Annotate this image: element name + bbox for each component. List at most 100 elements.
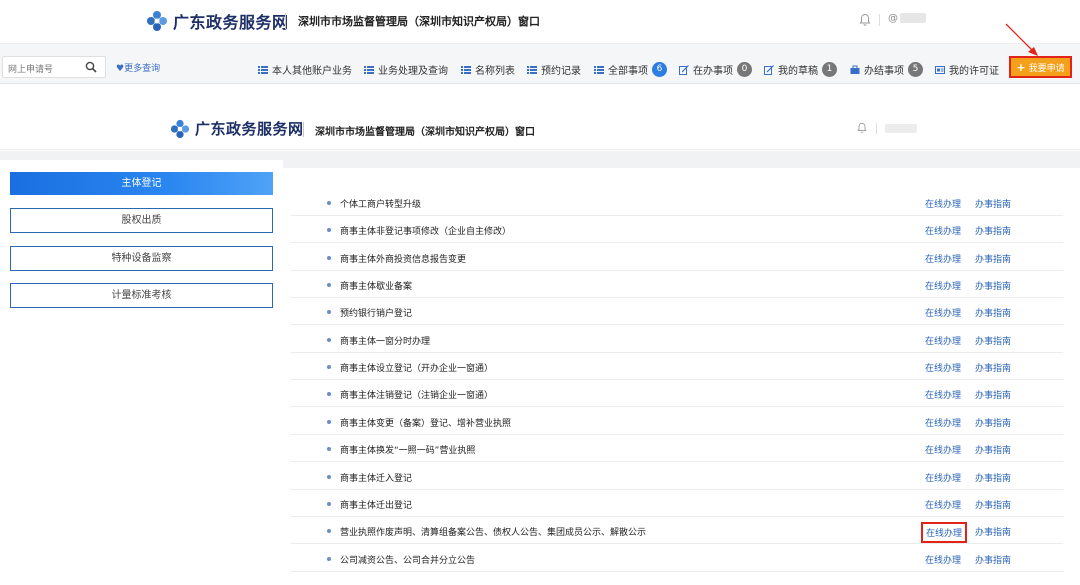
service-guide-link[interactable]: 办事指南: [975, 306, 1011, 319]
service-guide-link[interactable]: 办事指南: [975, 443, 1011, 456]
service-guide-link[interactable]: 办事指南: [975, 224, 1011, 237]
service-guide-link[interactable]: 办事指南: [975, 279, 1011, 292]
edit-icon: [764, 64, 774, 75]
service-title: 商事主体外商投资信息报告变更: [340, 254, 467, 265]
logo-flower-icon: [147, 11, 167, 31]
bullet-icon: [327, 474, 331, 479]
sidebar-item-measurement-standard[interactable]: 计量标准考核: [10, 283, 273, 308]
bullet-icon: [327, 365, 331, 370]
nav-name-list[interactable]: 名称列表: [461, 62, 515, 77]
user-icon: @: [888, 13, 898, 24]
service-guide-link[interactable]: 办事指南: [975, 525, 1011, 538]
divider: [303, 122, 304, 137]
user-account[interactable]: @: [888, 13, 926, 24]
service-title: 公司减资公告、公司合并分立公告: [340, 555, 476, 566]
online-apply-link[interactable]: 在线办理: [925, 416, 961, 429]
service-title: 预约银行销户登记: [340, 309, 413, 320]
service-title: 个体工商户转型升级: [340, 200, 422, 210]
edit-icon: [679, 64, 689, 75]
online-apply-link[interactable]: 在线办理: [925, 334, 961, 347]
nav-my-drafts[interactable]: 我的草稿 1: [764, 62, 837, 77]
sidebar-item-equity-pledge[interactable]: 股权出质: [10, 208, 273, 233]
table-row: 预约银行销户登记 在线办理 办事指南: [291, 298, 1063, 326]
online-apply-link[interactable]: 在线办理: [921, 522, 968, 544]
nav-all-matters[interactable]: 全部事项 6: [594, 62, 667, 77]
nav-label: 我的许可证: [949, 66, 999, 77]
table-row: 商事主体注销登记（注销企业一窗通） 在线办理 办事指南: [291, 380, 1063, 408]
bell-icon[interactable]: [856, 122, 868, 134]
logo-text: 广东政务服务网: [173, 13, 289, 32]
nav-label: 我的草稿: [778, 66, 818, 77]
online-apply-link[interactable]: 在线办理: [925, 471, 961, 484]
nav-label: 在办事项: [693, 66, 733, 77]
logo-flower-icon: [170, 119, 190, 138]
online-apply-link[interactable]: 在线办理: [925, 197, 961, 210]
table-row: 商事主体换发“一照一码”营业执照 在线办理 办事指南: [291, 435, 1063, 463]
online-apply-link[interactable]: 在线办理: [925, 388, 961, 401]
user-name-blurred[interactable]: [885, 124, 917, 133]
service-title: 商事主体变更（备案）登记、增补营业执照: [340, 418, 512, 429]
online-apply-link[interactable]: 在线办理: [925, 553, 961, 566]
service-guide-link[interactable]: 办事指南: [975, 498, 1011, 511]
service-guide-link[interactable]: 办事指南: [975, 471, 1011, 484]
service-guide-link[interactable]: 办事指南: [975, 388, 1011, 401]
card-icon: [935, 65, 945, 74]
briefcase-icon: [850, 65, 860, 74]
service-guide-link[interactable]: 办事指南: [975, 416, 1011, 429]
apply-button[interactable]: + 我要申请: [1009, 56, 1072, 78]
site-logo[interactable]: 广东政务服务网: [146, 9, 289, 33]
table-row: 商事主体歇业备案 在线办理 办事指南: [291, 271, 1063, 299]
divider: [285, 13, 286, 29]
nav-my-licenses[interactable]: 我的许可证: [935, 62, 999, 77]
nav-completed-matters[interactable]: 办结事项 5: [850, 62, 923, 77]
table-row: 商事主体设立登记（开办企业一窗通） 在线办理 办事指南: [291, 353, 1063, 381]
nav-appointment-records[interactable]: 预约记录: [527, 62, 581, 77]
nav-in-progress[interactable]: 在办事项 0: [679, 62, 752, 77]
service-guide-link[interactable]: 办事指南: [975, 197, 1011, 210]
site-logo[interactable]: 广东政务服务网: [170, 118, 304, 139]
bullet-icon: [327, 419, 331, 424]
nav-business-processing[interactable]: 业务处理及查询: [364, 62, 448, 77]
service-guide-link[interactable]: 办事指南: [975, 334, 1011, 347]
service-title: 营业执照作废声明、清算组备案公告、债权人公告、集团成员公示、解散公示: [340, 528, 647, 539]
online-apply-link[interactable]: 在线办理: [925, 443, 961, 456]
online-apply-link[interactable]: 在线办理: [925, 306, 961, 319]
table-row: 公司减资公告、公司合并分立公告 在线办理 办事指南: [291, 545, 1063, 572]
online-apply-link[interactable]: 在线办理: [925, 361, 961, 374]
service-guide-link[interactable]: 办事指南: [975, 553, 1011, 566]
nav-bar: ♥更多查询 本人其他账户业务 业务处理及查询 名称列表 预约记录 全部事项 6 …: [0, 44, 1080, 84]
annotation-arrow-icon: [1005, 23, 1038, 56]
table-row: 商事主体一窗分时办理 在线办理 办事指南: [291, 326, 1063, 353]
nav-label: 全部事项: [608, 66, 648, 77]
bullet-icon: [327, 255, 331, 260]
bell-icon[interactable]: [858, 13, 872, 27]
list-icon: [461, 65, 471, 74]
bullet-icon: [327, 283, 331, 288]
application-number-input[interactable]: [3, 60, 81, 80]
service-guide-link[interactable]: 办事指南: [975, 252, 1011, 265]
bullet-icon: [327, 310, 331, 315]
count-badge: 6: [652, 62, 667, 77]
nav-other-account-business[interactable]: 本人其他账户业务: [258, 62, 352, 77]
top-header: 广东政务服务网 深圳市市场监督管理局（深圳市知识产权局）窗口 @: [0, 0, 1080, 44]
sidebar-item-entity-registration[interactable]: 主体登记: [10, 172, 273, 195]
online-apply-link[interactable]: 在线办理: [925, 498, 961, 511]
list-icon: [527, 65, 537, 74]
list-icon: [258, 65, 268, 74]
sidebar-item-special-equipment[interactable]: 特种设备监察: [10, 246, 273, 271]
more-query-link[interactable]: ♥更多查询: [116, 61, 160, 74]
window-name: 深圳市市场监督管理局（深圳市知识产权局）窗口: [298, 15, 540, 28]
bullet-icon: [327, 529, 331, 534]
online-apply-link[interactable]: 在线办理: [925, 224, 961, 237]
list-icon: [594, 65, 604, 74]
count-badge: 5: [908, 62, 923, 77]
apply-label: 我要申请: [1028, 63, 1065, 74]
logo-text: 广东政务服务网: [195, 120, 304, 138]
service-guide-link[interactable]: 办事指南: [975, 361, 1011, 374]
bullet-icon: [327, 447, 331, 452]
nav-label: 办结事项: [864, 66, 904, 77]
online-apply-link[interactable]: 在线办理: [925, 252, 961, 265]
search-icon[interactable]: [85, 61, 97, 73]
online-apply-link[interactable]: 在线办理: [925, 279, 961, 292]
service-title: 商事主体迁出登记: [340, 500, 413, 511]
